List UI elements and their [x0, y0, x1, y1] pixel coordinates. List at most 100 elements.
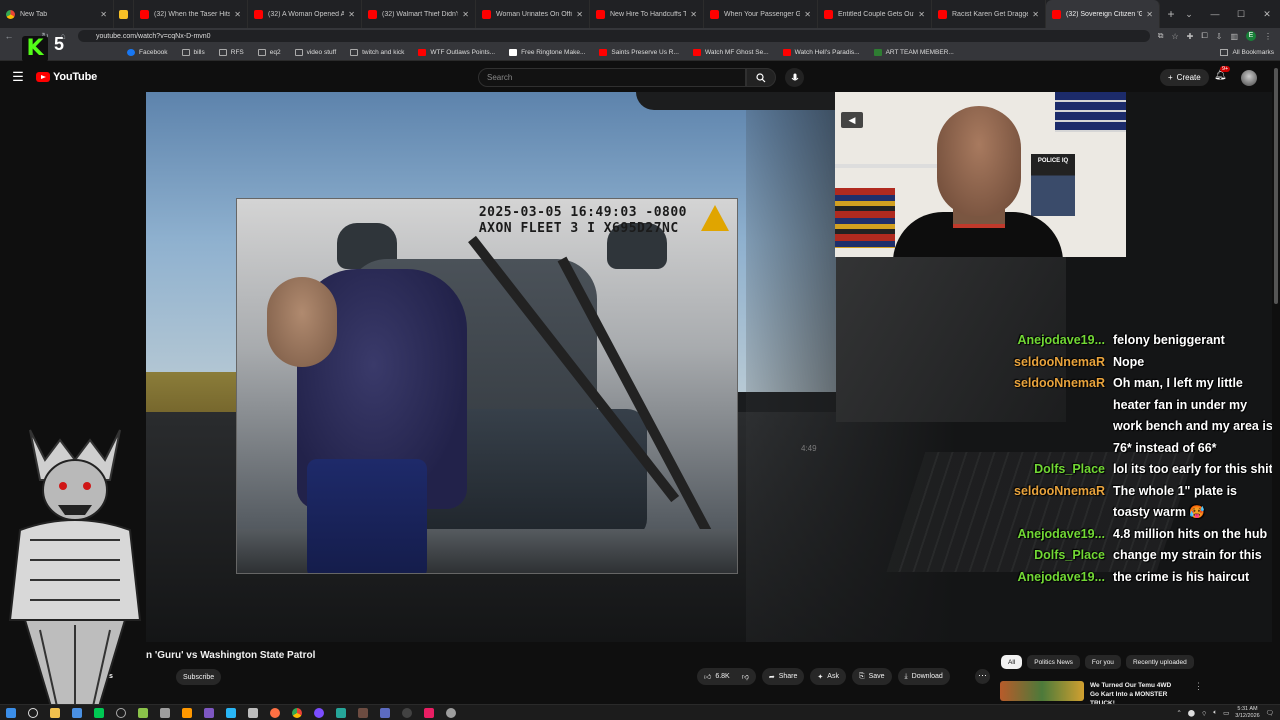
install-icon[interactable]: ⧉	[1158, 31, 1164, 41]
extension-icon[interactable]: ✚	[1187, 32, 1194, 41]
tab-video-7[interactable]: Entitled Couple Gets Outsma...✕	[818, 0, 932, 28]
tab-video-4[interactable]: Woman Urinates On Officers...✕	[476, 0, 590, 28]
app-icon[interactable]	[330, 705, 352, 720]
tab-active-video[interactable]: (32) Sovereign Citizen 'G... ✕	[1046, 0, 1160, 28]
close-icon[interactable]: ✕	[234, 10, 241, 19]
close-icon[interactable]: ✕	[918, 10, 925, 19]
scrollbar-thumb[interactable]	[1274, 68, 1278, 304]
obs-icon[interactable]	[396, 705, 418, 720]
bookmark-item[interactable]: ART TEAM MEMBER...	[867, 48, 961, 56]
all-bookmarks[interactable]: All Bookmarks	[1220, 44, 1274, 61]
puzzle-icon[interactable]: ⧠	[1201, 31, 1207, 41]
bookmark-item[interactable]: Watch MF Ghost Se...	[686, 48, 776, 56]
notifications-button[interactable]: 🔔︎ 9+	[1214, 66, 1231, 81]
close-icon[interactable]: ✕	[1032, 10, 1039, 19]
tab-video-1[interactable]: (32) When the Taser Hits- Sa...✕	[134, 0, 248, 28]
app-tray-icon[interactable]: ⬤	[1188, 709, 1195, 717]
subscribe-button[interactable]: Subscribe	[176, 669, 222, 685]
close-icon[interactable]: ✕	[804, 10, 811, 19]
user-avatar[interactable]	[1241, 70, 1257, 86]
app-icon[interactable]	[88, 705, 110, 720]
chip-politics-news[interactable]: Politics News	[1027, 655, 1080, 669]
app-icon[interactable]	[132, 705, 154, 720]
share-button[interactable]: ➦ Share	[761, 668, 805, 685]
bookmark-folder[interactable]: twitch and kick	[343, 48, 411, 56]
bookmark-folder[interactable]: RFS	[212, 48, 251, 56]
app-icon[interactable]	[374, 705, 396, 720]
tab-video-6[interactable]: When Your Passenger Gets T...✕	[704, 0, 818, 28]
youtube-logo[interactable]: YouTube	[36, 71, 97, 83]
settings-icon[interactable]	[110, 705, 132, 720]
bookmark-item[interactable]: WTF Outlaws Points...	[411, 48, 502, 56]
app-icon[interactable]	[220, 705, 242, 720]
back-arrow-icon[interactable]: ◀	[841, 112, 863, 128]
app-icon[interactable]	[176, 705, 198, 720]
tab-video-8[interactable]: Racist Karen Get Dragged Ou...✕	[932, 0, 1046, 28]
tab-pinned[interactable]	[114, 0, 134, 28]
bookmark-item[interactable]: Saints Preserve Us R...	[592, 48, 686, 56]
sidebar-icon[interactable]: ▥	[1230, 32, 1238, 41]
like-button[interactable]: 👍︎ 6.8K 👎︎	[697, 668, 756, 685]
search-icon[interactable]	[22, 705, 44, 720]
store-icon[interactable]	[66, 705, 88, 720]
minimize-button[interactable]: —	[1202, 9, 1228, 19]
url-field[interactable]: youtube.com/watch?v=cqNx-D-mvn0	[78, 30, 1150, 42]
menu-dots-icon[interactable]: ⋮	[1264, 32, 1272, 41]
bookmark-folder[interactable]: video stuff	[288, 48, 344, 56]
close-icon[interactable]: ✕	[462, 10, 469, 19]
ask-button[interactable]: ✦ Ask	[810, 668, 846, 685]
search-input[interactable]: Search	[478, 68, 746, 87]
chevron-up-icon[interactable]: ⌃	[1176, 709, 1181, 717]
more-actions-icon[interactable]: ⋯	[975, 669, 990, 684]
bookmark-item[interactable]: Watch Hell's Paradis...	[776, 48, 867, 56]
app-icon[interactable]	[418, 705, 440, 720]
close-icon[interactable]: ✕	[1146, 10, 1153, 19]
bookmark-star-icon[interactable]: ☆	[1171, 32, 1178, 41]
gear-icon[interactable]	[440, 705, 462, 720]
close-icon[interactable]: ✕	[100, 10, 107, 19]
close-icon[interactable]: ✕	[690, 10, 697, 19]
bookmark-item[interactable]: Facebook	[120, 48, 175, 56]
firefox-icon[interactable]	[264, 705, 286, 720]
tab-video-5[interactable]: New Hire To Handcuffs The Si...✕	[590, 0, 704, 28]
create-button[interactable]: + Create	[1160, 69, 1209, 86]
voice-search-button[interactable]	[785, 68, 804, 87]
download-icon[interactable]: ⇩	[1216, 32, 1223, 41]
close-icon[interactable]: ✕	[576, 10, 583, 19]
download-button[interactable]: ⤓ Download	[897, 668, 950, 685]
app-icon[interactable]	[352, 705, 374, 720]
chip-for-you[interactable]: For you	[1084, 655, 1121, 669]
maximize-button[interactable]: ☐	[1228, 9, 1254, 20]
tab-search-icon[interactable]: ⌄	[1176, 9, 1202, 20]
chrome-icon[interactable]	[286, 705, 308, 720]
windows-start-icon[interactable]	[0, 705, 22, 720]
tab-new-tab[interactable]: New Tab ✕	[0, 0, 114, 28]
back-icon[interactable]: ←	[0, 31, 18, 41]
app-icon[interactable]	[198, 705, 220, 720]
network-icon[interactable]: ⌔	[1201, 709, 1207, 718]
hamburger-menu-icon[interactable]: ☰	[0, 69, 36, 85]
battery-icon[interactable]: ▭	[1223, 709, 1229, 717]
chip-recently-uploaded[interactable]: Recently uploaded	[1125, 655, 1194, 669]
app-icon[interactable]	[308, 705, 330, 720]
app-icon[interactable]	[242, 705, 264, 720]
clock[interactable]: 5:31 AM 3/12/2026	[1235, 706, 1259, 720]
search-button[interactable]	[746, 68, 776, 87]
profile-avatar[interactable]: E	[1246, 31, 1256, 41]
bookmark-item[interactable]: Free Ringtone Make...	[502, 48, 592, 56]
window-close-button[interactable]: ✕	[1254, 9, 1280, 20]
save-button[interactable]: ⎘ Save	[851, 668, 892, 685]
video-thumbnail[interactable]	[1000, 681, 1084, 701]
bookmark-folder[interactable]: bills	[175, 48, 212, 56]
bookmark-folder[interactable]: eq2	[251, 48, 288, 56]
app-icon[interactable]	[154, 705, 176, 720]
close-icon[interactable]: ✕	[348, 10, 355, 19]
notification-icon[interactable]: 🗨︎	[1266, 709, 1274, 717]
page-scrollbar[interactable]	[1272, 62, 1280, 710]
tab-video-2[interactable]: (32) A Woman Opened A Cop...✕	[248, 0, 362, 28]
thumbs-down-icon[interactable]: 👎︎	[742, 672, 749, 681]
tab-video-3[interactable]: (32) Walmart Thief Didn't Kn...✕	[362, 0, 476, 28]
file-explorer-icon[interactable]	[44, 705, 66, 720]
chip-all[interactable]: All	[1001, 655, 1023, 669]
speaker-icon[interactable]: 🔈︎	[1213, 709, 1217, 717]
